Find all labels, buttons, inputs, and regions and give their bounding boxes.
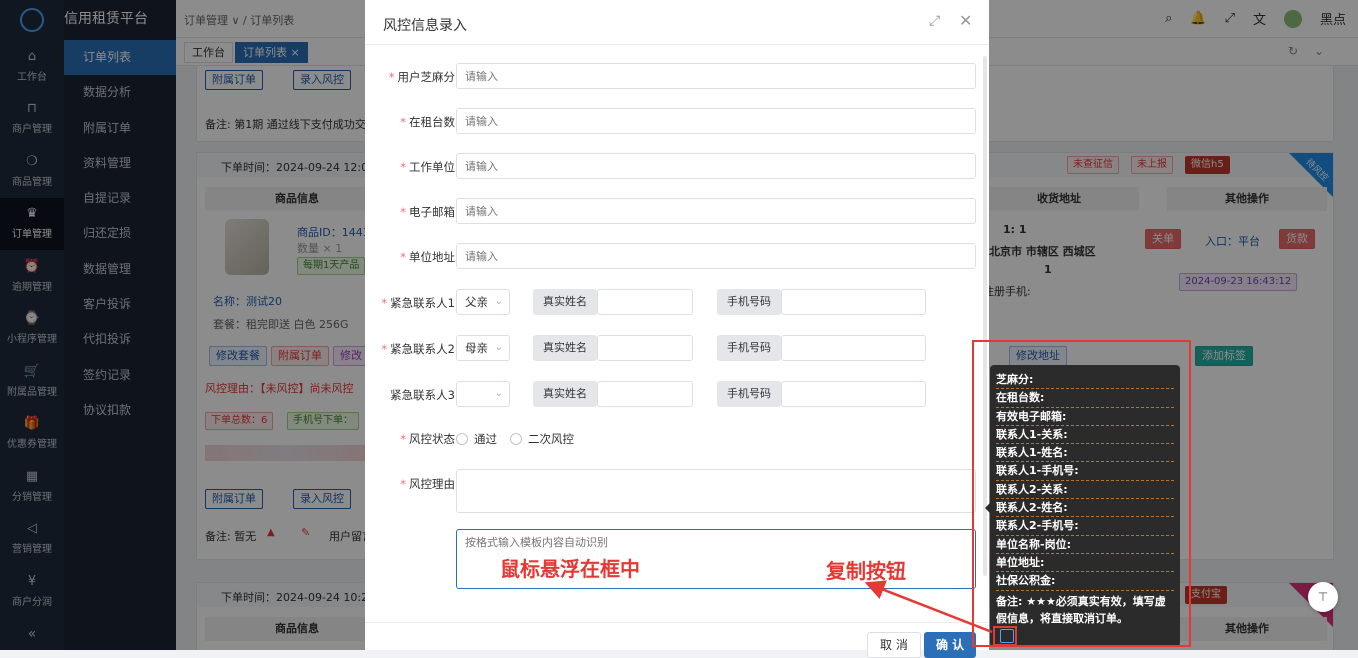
- field-label-text: 用户芝麻分: [397, 70, 456, 84]
- required-mark: *: [400, 250, 406, 264]
- required-mark: *: [388, 70, 395, 84]
- risk-entry-dialog: 风控信息录入 ⤢ ✕ *用户芝麻分*在租台数*工作单位*电子邮箱*单位地址 *紧…: [365, 0, 989, 658]
- field-label: * 在租台数: [371, 114, 455, 130]
- contact-label-text: 紧急联系人2: [390, 342, 455, 356]
- contact-label-text: 紧急联系人3: [390, 388, 455, 402]
- real-name-prefix: 真实姓名: [533, 381, 597, 407]
- contact-label: * 紧急联系人2: [371, 341, 455, 357]
- real-name-prefix: 真实姓名: [533, 289, 597, 315]
- status-pass-radio[interactable]: 通过: [456, 431, 497, 447]
- annotation-hover: 鼠标悬浮在框中: [500, 557, 640, 581]
- relation-select[interactable]: 父亲 ⌄: [456, 289, 510, 315]
- status-recheck-label: 二次风控: [528, 432, 574, 446]
- annotation-arrow: [864, 580, 993, 634]
- real-name-input[interactable]: [597, 335, 693, 361]
- contact-label: * 紧急联系人1: [371, 295, 455, 311]
- field-label-text: 单位地址: [409, 250, 455, 264]
- close-icon[interactable]: ✕: [959, 11, 972, 30]
- chevron-down-icon: ⌄: [494, 388, 503, 399]
- risk-reason-text: 风控理由: [409, 477, 455, 491]
- field-label-text: 在租台数: [409, 115, 455, 129]
- field-label: * 单位地址: [371, 249, 455, 265]
- required-mark: *: [400, 115, 406, 129]
- relation-select[interactable]: ⌄: [456, 381, 510, 407]
- field-input[interactable]: [456, 198, 976, 224]
- contact-label-text: 紧急联系人1: [390, 296, 455, 310]
- relation-value: 父亲: [465, 295, 488, 309]
- phone-input[interactable]: [781, 381, 926, 407]
- risk-reason-textarea[interactable]: [456, 469, 976, 513]
- risk-status-label: * 风控状态: [400, 432, 455, 446]
- real-name-prefix: 真实姓名: [533, 335, 597, 361]
- field-label-text: 电子邮箱: [409, 205, 455, 219]
- chevron-down-icon: ⌄: [494, 342, 503, 353]
- status-pass-label: 通过: [474, 432, 497, 446]
- phone-input[interactable]: [781, 289, 926, 315]
- required-mark: *: [381, 296, 388, 310]
- annotation-box: [972, 340, 1191, 647]
- required-mark: *: [400, 160, 406, 174]
- field-input[interactable]: [456, 108, 976, 134]
- phone-prefix: 手机号码: [717, 335, 781, 361]
- status-recheck-radio[interactable]: 二次风控: [510, 431, 574, 447]
- field-label: * 工作单位: [371, 159, 455, 175]
- phone-prefix: 手机号码: [717, 381, 781, 407]
- dialog-title: 风控信息录入: [383, 18, 467, 34]
- field-input[interactable]: [456, 153, 976, 179]
- relation-value: 母亲: [465, 341, 488, 355]
- real-name-input[interactable]: [597, 289, 693, 315]
- phone-prefix: 手机号码: [717, 289, 781, 315]
- field-input[interactable]: [456, 243, 976, 269]
- required-mark: *: [381, 342, 388, 356]
- relation-select[interactable]: 母亲 ⌄: [456, 335, 510, 361]
- real-name-input[interactable]: [597, 381, 693, 407]
- field-input[interactable]: [456, 63, 976, 89]
- contact-label: 紧急联系人3: [371, 387, 455, 403]
- field-label: * 用户芝麻分: [371, 69, 455, 85]
- maximize-icon[interactable]: ⤢: [929, 13, 940, 29]
- risk-status-text: 风控状态: [409, 432, 455, 446]
- required-mark: *: [400, 205, 406, 219]
- back-to-top-icon[interactable]: ⊤: [1308, 582, 1338, 612]
- field-label-text: 工作单位: [409, 160, 455, 174]
- phone-input[interactable]: [781, 335, 926, 361]
- chevron-down-icon: ⌄: [494, 296, 503, 307]
- risk-reason-label: * 风控理由: [400, 477, 455, 491]
- field-label: * 电子邮箱: [371, 204, 455, 220]
